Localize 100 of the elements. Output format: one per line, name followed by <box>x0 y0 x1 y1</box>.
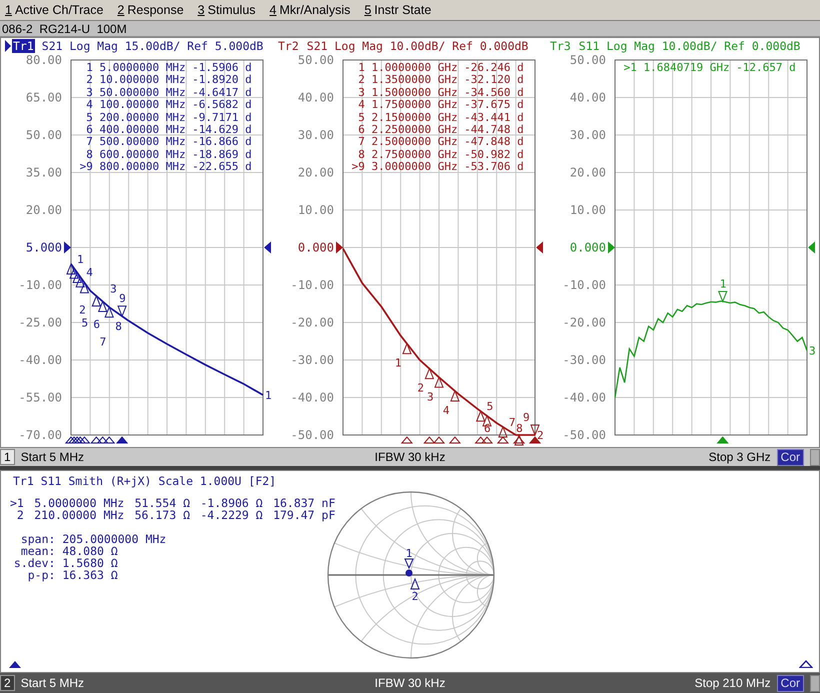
marker-number: 1 <box>77 253 84 266</box>
marker-number: 3 <box>427 390 434 404</box>
marker-stimulus: 2.2500000 GHz <box>371 124 458 136</box>
statistic-label: s.dev: <box>12 557 56 569</box>
channel-number[interactable]: 1 <box>0 449 15 465</box>
marker-label: 6 <box>357 124 365 136</box>
trace-end-label: 2 <box>537 429 544 442</box>
axis-tick-label: -70.00 <box>18 428 62 442</box>
menu-item[interactable]: 1 Active Ch/Trace <box>5 3 104 17</box>
axis-tick-label: -10.00 <box>18 278 62 292</box>
marker-value: -6.5682 d <box>192 99 252 112</box>
marker-label: 1 <box>85 62 93 74</box>
marker-label: 6 <box>85 124 93 136</box>
marker-number: 5 <box>81 316 88 330</box>
marker-value: -37.675 d <box>464 99 524 112</box>
trace-end-label: 3 <box>809 344 816 358</box>
axis-tick-label: -10.00 <box>562 278 606 292</box>
axis-tick-label: 40.00 <box>298 90 334 104</box>
marker-stimulus: 1.3500000 GHz <box>371 74 458 87</box>
marker-equivalent: 179.47 pF <box>273 509 336 521</box>
statistic-value: 205.0000000 MHz <box>62 533 166 545</box>
trace-cluster-icon <box>406 570 412 576</box>
menu-item[interactable]: 3 Stimulus <box>198 3 256 17</box>
stop-frequency: Stop 3 GHz <box>708 450 771 464</box>
window-title: 086-2 RG214-U 100M <box>2 22 127 36</box>
marker-value: -32.120 d <box>464 74 524 87</box>
axis-tick-label: -50.00 <box>562 428 606 442</box>
marker-number: 9 <box>119 292 126 306</box>
trace-end-label: 1 <box>265 389 272 402</box>
trace-title: Tr1 S11 Smith (R+jX) Scale 1.000U [F2] <box>13 473 276 489</box>
axis-tick-label: -40.00 <box>562 390 606 404</box>
status-indicator <box>810 674 820 692</box>
ref-level-pointer-icon <box>536 242 543 254</box>
menu-item[interactable]: 4 Mkr/Analysis <box>270 3 350 17</box>
marker-icon <box>434 376 444 388</box>
marker-label: 5 <box>85 112 93 124</box>
marker-number: 6 <box>93 318 100 332</box>
menu-item[interactable]: 2 Response <box>117 3 184 17</box>
marker-value: -34.560 d <box>464 86 524 100</box>
marker-resistance: 56.173 Ω <box>134 509 190 521</box>
axis-tick-label: -30.00 <box>562 353 606 367</box>
ref-level-pointer-icon <box>808 242 815 254</box>
trace-name[interactable]: Tr2 <box>277 39 300 53</box>
marker-icon <box>404 558 414 570</box>
marker-label: >9 <box>350 161 365 174</box>
marker-number: 7 <box>508 416 516 429</box>
marker-icon <box>450 390 460 402</box>
marker-icon <box>69 266 79 279</box>
axis-tick-label: -20.00 <box>290 316 334 330</box>
marker-icon <box>92 294 102 307</box>
marker-value: -43.441 d <box>464 112 524 124</box>
trace-description: S21 Log Mag 15.00dB/ Ref 5.000dB <box>42 39 264 53</box>
marker-value: -26.246 d <box>464 62 524 74</box>
ref-level-pointer-icon <box>608 242 615 254</box>
ifbw-label: IFBW 30 kHz <box>374 676 446 690</box>
axis-tick-label: 40.00 <box>570 90 606 104</box>
marker-value: -14.629 d <box>192 124 252 136</box>
axis-tick-label: 20.00 <box>298 166 334 180</box>
axis-tick-label: 20.00 <box>26 203 62 217</box>
marker-label: 7 <box>357 136 365 149</box>
marker-stimulus: 2.5000000 GHz <box>371 136 458 149</box>
scale-indicator-icon <box>799 660 813 668</box>
marker-stimulus: 200.00000 MHz <box>99 112 186 124</box>
marker-number: 1 <box>720 277 726 290</box>
marker-stimulus: 600.00000 MHz <box>99 148 186 162</box>
marker-stimulus: 1.6840719 GHz <box>643 62 730 74</box>
marker-icon <box>718 290 728 303</box>
marker-number: 4 <box>442 404 450 417</box>
marker-stimulus: 1.7500000 GHz <box>371 99 458 112</box>
marker-icon <box>514 434 524 446</box>
marker-icon <box>104 306 114 318</box>
correction-badge: Cor <box>776 448 804 466</box>
axis-tick-label: 65.00 <box>26 90 62 104</box>
marker-number: 5 <box>486 400 494 414</box>
marker-label: >1 <box>622 62 637 74</box>
axis-tick-label: -50.00 <box>290 428 334 442</box>
marker-icon <box>75 276 85 288</box>
start-frequency: Start 5 MHz <box>20 450 84 464</box>
marker-reactance: -4.2229 Ω <box>200 509 263 521</box>
axis-tick-label: -30.00 <box>290 353 334 367</box>
marker-value: -18.869 d <box>192 148 252 162</box>
ifbw-label: IFBW 30 kHz <box>374 450 446 464</box>
stop-frequency: Stop 210 MHz <box>694 676 771 690</box>
marker-number: 4 <box>86 266 93 279</box>
marker-label: 7 <box>85 136 93 149</box>
channel-number[interactable]: 2 <box>0 675 15 691</box>
marker-value: -22.655 d <box>192 161 252 174</box>
menu-item[interactable]: 5 Instr State <box>364 3 432 17</box>
axis-tick-label: 50.00 <box>298 54 334 67</box>
marker-icon <box>66 262 76 274</box>
marker-number: 8 <box>115 320 122 334</box>
marker-label: 4 <box>85 99 93 112</box>
marker-label: 5 <box>357 112 365 124</box>
marker-number: 3 <box>110 282 117 296</box>
axis-tick-label: -25.00 <box>18 316 62 330</box>
axis-tick-label: 0.000 <box>298 240 334 254</box>
axis-tick-label: 5.000 <box>26 240 62 254</box>
marker-stimulus: 800.00000 MHz <box>99 161 186 174</box>
marker-icon <box>424 367 434 380</box>
trace-name[interactable]: Tr1 <box>12 39 35 53</box>
